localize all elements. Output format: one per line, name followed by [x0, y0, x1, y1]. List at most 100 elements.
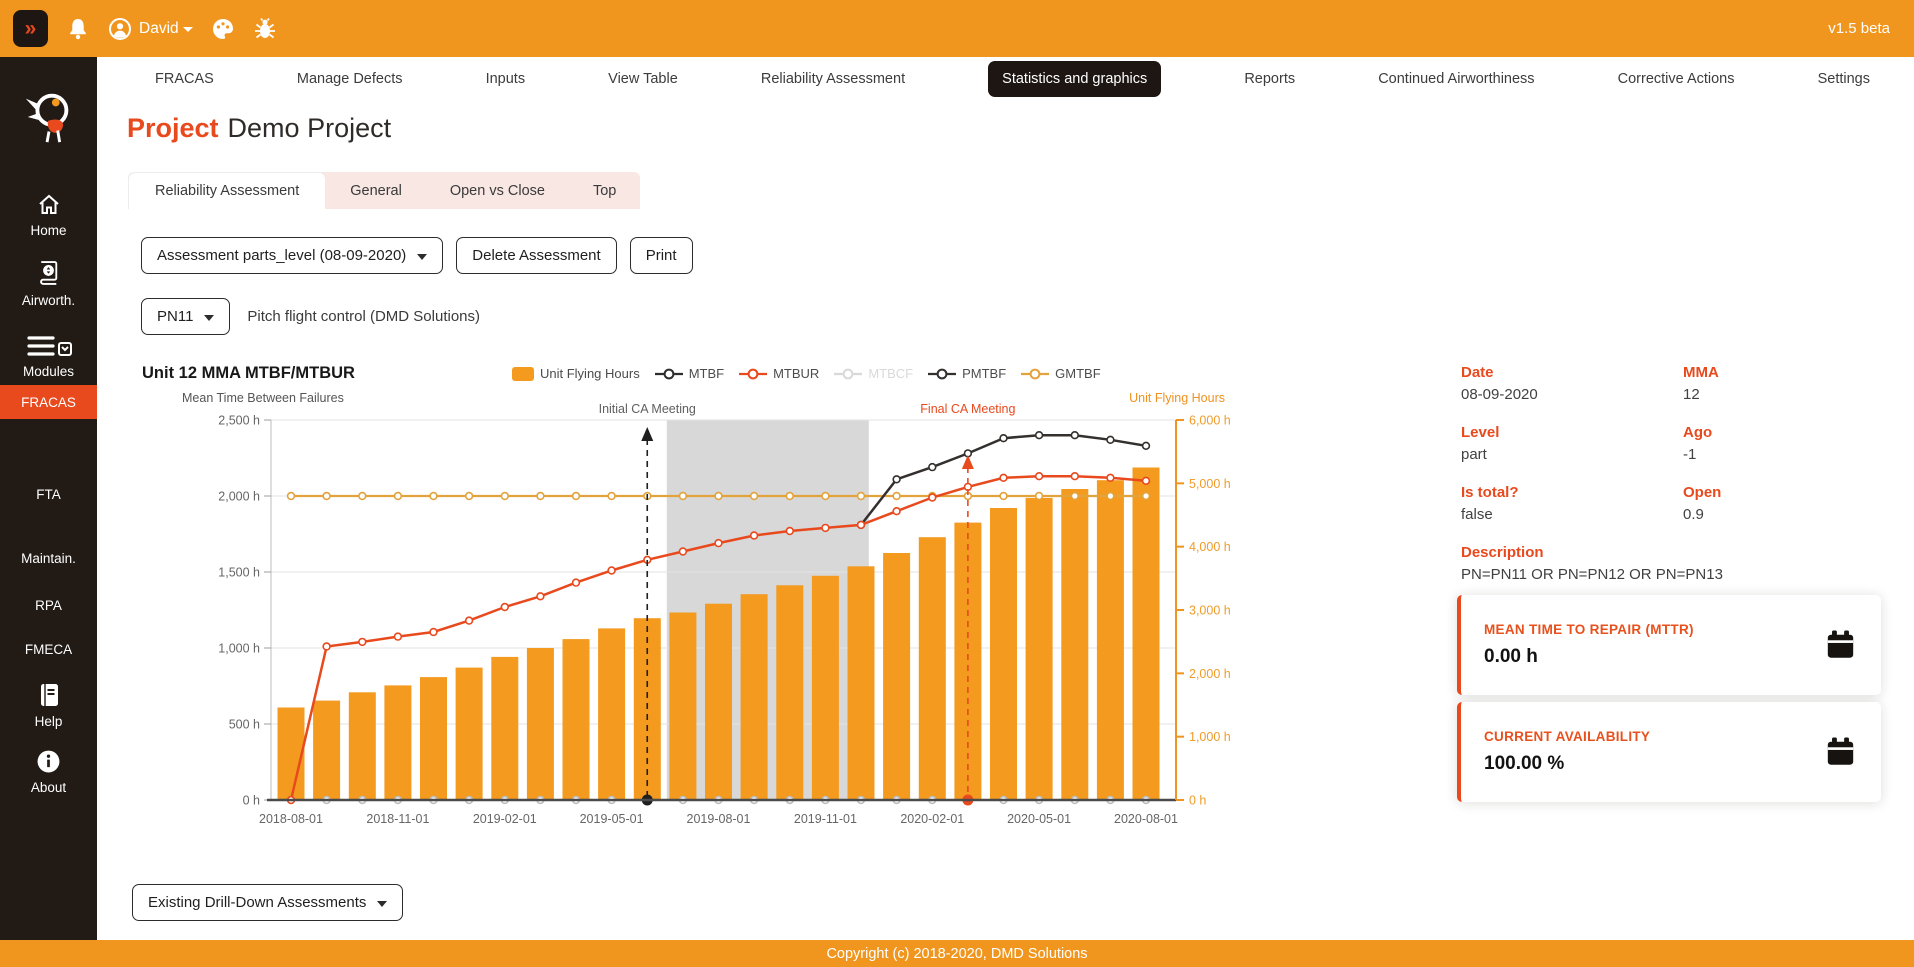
- kpi-value: 0.00 h: [1484, 646, 1809, 668]
- chevron-down-icon: [204, 315, 214, 321]
- sidebar-item-label: Home: [30, 223, 66, 238]
- part-number-dropdown[interactable]: PN11: [141, 298, 230, 335]
- sidebar-item-label: Help: [35, 714, 63, 729]
- bug-icon: [253, 17, 277, 41]
- chevron-down-icon: [377, 901, 387, 907]
- sidebar-item-help[interactable]: Help: [0, 682, 97, 729]
- svg-text:2,500 h: 2,500 h: [218, 414, 260, 428]
- part-description: Pitch flight control (DMD Solutions): [247, 308, 480, 325]
- calendar-icon[interactable]: [1826, 737, 1855, 768]
- svg-text:2018-08-01: 2018-08-01: [259, 812, 323, 826]
- footer: Copyright (c) 2018-2020, DMD Solutions: [0, 940, 1914, 967]
- legend-item-mtbur[interactable]: MTBUR: [739, 366, 819, 381]
- sidebar-item-modules[interactable]: Modules: [0, 334, 97, 379]
- nav-item-continued-airworthiness[interactable]: Continued Airworthiness: [1378, 71, 1534, 87]
- part-number-label: PN11: [157, 308, 193, 325]
- detail-mma: MMA 12: [1683, 364, 1885, 403]
- sidebar-item-maintain[interactable]: Maintain.: [0, 551, 97, 566]
- detail-label: Open: [1683, 484, 1885, 501]
- svg-text:4,000 h: 4,000 h: [1189, 540, 1231, 554]
- nav-item-reliability-assessment[interactable]: Reliability Assessment: [761, 71, 905, 87]
- detail-value: 0.9: [1683, 506, 1885, 523]
- chevron-down-icon: [183, 27, 193, 32]
- debug-button[interactable]: [253, 17, 277, 41]
- user-menu[interactable]: David: [108, 17, 193, 41]
- sidebar: Home Airworth. Modules FRACAS FTA Mainta…: [0, 57, 97, 940]
- assessment-dropdown-label: Assessment parts_level (08-09-2020): [157, 247, 406, 264]
- tab-reliability-assessment[interactable]: Reliability Assessment: [128, 172, 326, 209]
- drilldown-dropdown[interactable]: Existing Drill-Down Assessments: [132, 884, 403, 921]
- legend-item-mtbf[interactable]: MTBF: [655, 366, 724, 381]
- detail-level: Level part: [1461, 424, 1683, 463]
- nav-item-statistics-and-graphics[interactable]: Statistics and graphics: [988, 61, 1161, 97]
- nav-item-corrective-actions[interactable]: Corrective Actions: [1618, 71, 1735, 87]
- detail-label: Level: [1461, 424, 1683, 441]
- modules-menu-icon: [26, 334, 72, 358]
- sidebar-item-home[interactable]: Home: [0, 193, 97, 238]
- kpi-cards: MEAN TIME TO REPAIR (MTTR) 0.00 h CURREN…: [1457, 595, 1881, 802]
- svg-text:500 h: 500 h: [229, 718, 260, 732]
- legend-item-pmtbf[interactable]: PMTBF: [928, 366, 1006, 381]
- sidebar-item-label: FMECA: [25, 642, 72, 657]
- palette-icon: [211, 17, 235, 41]
- detail-value: 12: [1683, 386, 1885, 403]
- nav-item-settings[interactable]: Settings: [1818, 71, 1870, 87]
- legend-item-unit-flying-hours[interactable]: Unit Flying Hours: [512, 366, 640, 381]
- tab-label: Open vs Close: [450, 183, 545, 199]
- nav-item-view-table[interactable]: View Table: [608, 71, 678, 87]
- detail-label: Date: [1461, 364, 1683, 381]
- kpi-title: MEAN TIME TO REPAIR (MTTR): [1484, 622, 1809, 637]
- detail-label: Ago: [1683, 424, 1885, 441]
- mtbf-chart: Unit 12 MMA MTBF/MTBUR Unit Flying Hours…: [140, 360, 1450, 840]
- svg-text:1,500 h: 1,500 h: [218, 566, 260, 580]
- svg-text:1,000 h: 1,000 h: [1189, 730, 1231, 744]
- legend-label: GMTBF: [1055, 366, 1101, 381]
- detail-value: -1: [1683, 446, 1885, 463]
- svg-text:2019-02-01: 2019-02-01: [473, 812, 537, 826]
- legend-label: MTBUR: [773, 366, 819, 381]
- notifications-button[interactable]: [66, 17, 90, 41]
- nav-item-reports[interactable]: Reports: [1244, 71, 1295, 87]
- tab-top[interactable]: Top: [569, 172, 640, 209]
- print-button[interactable]: Print: [630, 237, 693, 274]
- delete-assessment-button[interactable]: Delete Assessment: [456, 237, 616, 274]
- detail-value: 08-09-2020: [1461, 386, 1683, 403]
- calendar-icon[interactable]: [1826, 630, 1855, 661]
- user-avatar-icon: [108, 17, 132, 41]
- sidebar-item-airworthiness[interactable]: Airworth.: [0, 260, 97, 308]
- legend-line-icon: [834, 368, 862, 380]
- nav-item-fracas[interactable]: FRACAS: [155, 71, 214, 87]
- legend-item-gmtbf[interactable]: GMTBF: [1021, 366, 1101, 381]
- page-title: Project Demo Project: [127, 113, 391, 144]
- left-axis: 0 h500 h1,000 h1,500 h2,000 h2,500 h: [218, 414, 271, 808]
- main-nav: FRACAS Manage Defects Inputs View Table …: [97, 57, 1914, 101]
- delete-assessment-label: Delete Assessment: [472, 247, 600, 264]
- sidebar-collapse-button[interactable]: »: [13, 10, 48, 47]
- sidebar-item-fracas[interactable]: FRACAS: [0, 385, 97, 419]
- project-name: Demo Project: [228, 113, 392, 143]
- svg-text:0 h: 0 h: [243, 794, 260, 808]
- assessment-dropdown[interactable]: Assessment parts_level (08-09-2020): [141, 237, 443, 274]
- detail-label: Is total?: [1461, 484, 1683, 501]
- svg-text:0 h: 0 h: [1189, 794, 1206, 808]
- page-title-prefix: Project: [127, 113, 219, 143]
- sidebar-item-rpa[interactable]: RPA: [0, 598, 97, 613]
- sidebar-item-label: Maintain.: [21, 551, 76, 566]
- legend-label: MTBCF: [868, 366, 913, 381]
- line-gmtbf: [288, 493, 1150, 500]
- sidebar-item-fta[interactable]: FTA: [0, 487, 97, 502]
- sidebar-item-about[interactable]: About: [0, 749, 97, 795]
- detail-is-total: Is total? false: [1461, 484, 1683, 523]
- nav-item-inputs[interactable]: Inputs: [486, 71, 526, 87]
- tab-open-vs-close[interactable]: Open vs Close: [426, 172, 569, 209]
- app-logo[interactable]: [0, 87, 97, 147]
- airworthiness-book-icon: [36, 260, 61, 287]
- legend-item-mtbcf[interactable]: MTBCF: [834, 366, 913, 381]
- detail-open: Open 0.9: [1683, 484, 1885, 523]
- svg-text:2,000 h: 2,000 h: [218, 490, 260, 504]
- tab-general[interactable]: General: [326, 172, 426, 209]
- sidebar-item-fmeca[interactable]: FMECA: [0, 642, 97, 657]
- svg-text:3,000 h: 3,000 h: [1189, 604, 1231, 618]
- theme-button[interactable]: [211, 17, 235, 41]
- nav-item-manage-defects[interactable]: Manage Defects: [297, 71, 403, 87]
